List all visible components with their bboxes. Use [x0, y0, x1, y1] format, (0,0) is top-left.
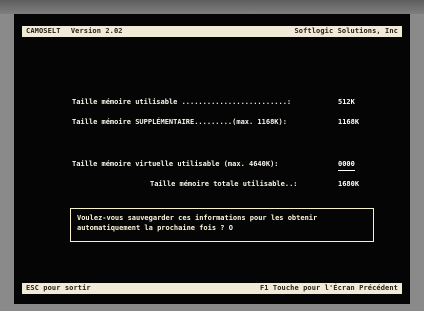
- prompt-line-2: automatiquement la prochaine fois ? O: [77, 224, 233, 232]
- total-memory-label: Taille mémoire totale utilisable..:: [150, 180, 298, 188]
- terminal-screen: CAMOSELT Version 2.02 Softlogic Solution…: [14, 14, 410, 304]
- prompt-line-1: Voulez-vous sauvegarder ces informations…: [77, 214, 318, 222]
- total-memory-value: 1680K: [338, 180, 360, 188]
- monitor-bezel: [0, 0, 424, 14]
- virtual-memory-label: Taille mémoire virtuelle utilisable (max…: [72, 160, 279, 168]
- previous-screen-hint: F1 Touche pour l'Écran Précédent: [259, 284, 398, 292]
- footer-bar: ESC pour sortir F1 Touche pour l'Écran P…: [22, 283, 402, 294]
- publisher: Softlogic Solutions, Inc: [294, 27, 398, 35]
- app-version: Version 2.02: [70, 27, 123, 35]
- extra-memory-value: 1168K: [338, 118, 360, 126]
- header-left: CAMOSELT Version 2.02: [26, 26, 123, 37]
- usable-memory-value: 512K: [338, 98, 355, 106]
- app-name: CAMOSELT: [26, 27, 61, 35]
- extra-memory-label: Taille mémoire SUPPLÉMENTAIRE.........(m…: [72, 118, 287, 126]
- usable-memory-label: Taille mémoire utilisable ..............…: [72, 98, 292, 106]
- escape-hint: ESC pour sortir: [26, 284, 91, 292]
- virtual-memory-input[interactable]: 0000: [338, 160, 355, 171]
- save-settings-prompt[interactable]: Voulez-vous sauvegarder ces informations…: [70, 208, 374, 242]
- header-bar: CAMOSELT Version 2.02 Softlogic Solution…: [22, 26, 402, 37]
